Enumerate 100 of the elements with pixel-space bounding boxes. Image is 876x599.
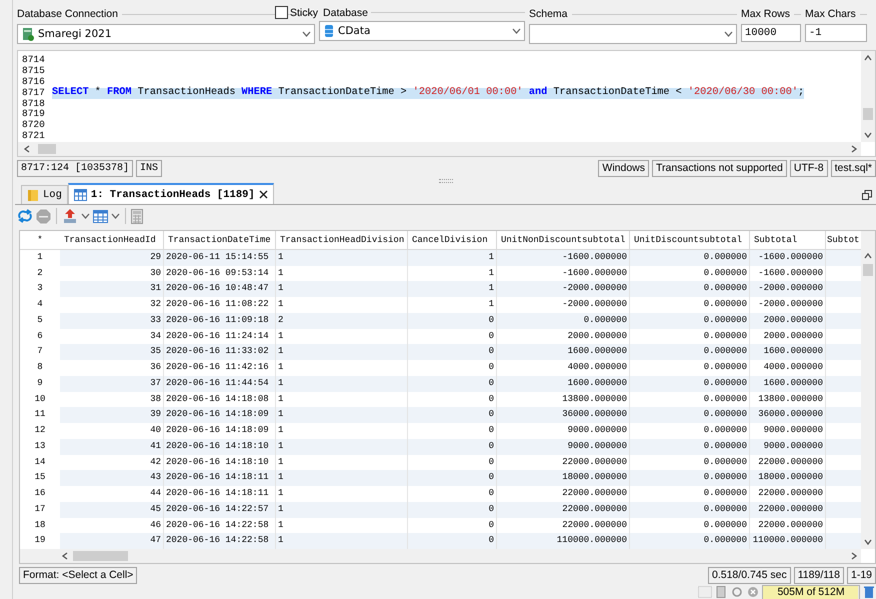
line-number: 8718: [22, 98, 46, 110]
export-icon[interactable]: [62, 208, 78, 224]
column-header[interactable]: Subtot: [826, 230, 861, 249]
combo-box[interactable]: CData: [319, 21, 525, 41]
table-cell: 4000.000000: [764, 362, 823, 372]
scroll-down-icon[interactable]: [863, 537, 873, 547]
dropdown-icon[interactable]: [724, 31, 732, 37]
table-cell: 22000.000000: [758, 504, 823, 514]
column-header[interactable]: UnitDiscountsubtotal: [630, 230, 750, 249]
scroll-left-icon[interactable]: [22, 144, 32, 154]
trash-icon[interactable]: [862, 586, 876, 598]
column-header[interactable]: Subtotal: [750, 230, 826, 249]
scroll-up-icon[interactable]: [863, 53, 873, 63]
status-item: test.sql*: [830, 160, 876, 178]
table-cell: 0.000000: [704, 520, 747, 530]
table-cell: -2000.000000: [562, 283, 627, 294]
table-cell: 1: [278, 504, 284, 514]
table-cell: 2020-06-16 11:33:02: [166, 346, 269, 356]
max-chars-field[interactable]: -1: [805, 24, 867, 42]
table-cell: 2020-06-16 14:18:11: [166, 488, 269, 498]
table-cell: 41: [150, 440, 161, 451]
scrollbar-thumb[interactable]: [73, 551, 128, 561]
result-tab[interactable]: Log: [21, 185, 68, 204]
table-cell: 34: [150, 330, 161, 340]
row-number: 11: [20, 407, 60, 423]
field-label: Database: [323, 6, 368, 18]
table-cell: 1: [278, 299, 284, 309]
table-cell: 33: [150, 314, 161, 325]
scrollbar-thumb[interactable]: [863, 264, 873, 276]
table-cell: 0: [488, 378, 494, 388]
table-cell: 9000.000000: [568, 425, 627, 435]
table-cell: 31: [150, 283, 161, 294]
table-cell: 0.000000: [704, 440, 747, 451]
table-cell: 0.000000: [704, 425, 747, 435]
table-cell: 1600.000000: [764, 346, 823, 356]
table-cell: 1: [278, 409, 284, 420]
close-icon[interactable]: [258, 190, 268, 200]
table-cell: 1: [488, 252, 494, 262]
restore-window-icon[interactable]: [862, 190, 872, 200]
dropdown-icon[interactable]: [81, 213, 90, 220]
table-cell: 2020-06-16 10:48:47: [166, 283, 269, 294]
column-header[interactable]: CancelDivision: [408, 230, 497, 249]
table-icon[interactable]: [93, 210, 108, 223]
table-cell: 2020-06-16 14:18:09: [166, 409, 269, 420]
scroll-left-icon[interactable]: [60, 551, 70, 561]
table-cell: 1: [278, 472, 284, 482]
dropdown-icon[interactable]: [111, 213, 120, 220]
table-cell: 2020-06-16 14:18:10: [166, 456, 269, 466]
column-header[interactable]: UnitNonDiscountsubtotal: [497, 230, 630, 249]
row-number: 19: [20, 533, 60, 549]
table-cell: -1600.000000: [562, 268, 627, 278]
table-cell: -1600.000000: [562, 252, 627, 262]
table-cell: 0: [488, 456, 494, 466]
result-tab[interactable]: 1: TransactionHeads [1189]: [68, 183, 274, 204]
table-cell: 1: [278, 268, 284, 278]
scroll-right-icon[interactable]: [849, 144, 859, 154]
table-cell: 1: [278, 346, 284, 356]
database-icon: [324, 24, 334, 38]
grid-dots-icon[interactable]: [698, 586, 712, 598]
table-cell: 1: [278, 456, 284, 466]
table-cell: 0.000000: [704, 472, 747, 482]
table-cell: 2020-06-16 11:09:18: [166, 314, 269, 325]
table-cell: 0.000000: [704, 456, 747, 466]
table-cell: 2020-06-16 14:18:11: [166, 472, 269, 482]
column-header[interactable]: TransactionHeadId: [60, 230, 164, 249]
table-cell: 0.000000: [704, 268, 747, 278]
table-cell: 1: [278, 440, 284, 451]
combo-box[interactable]: Smaregi 2021: [17, 24, 315, 44]
table-cell: 1600.000000: [568, 346, 627, 356]
table-cell: 0: [488, 520, 494, 530]
sticky-checkbox[interactable]: [275, 6, 288, 19]
scroll-right-icon[interactable]: [849, 551, 859, 561]
refresh-icon[interactable]: [17, 209, 33, 224]
table-cell: 0: [488, 425, 494, 435]
scrollbar-thumb[interactable]: [38, 144, 56, 154]
row-number: 13: [20, 438, 60, 454]
column-header[interactable]: TransactionHeadDivision: [276, 230, 408, 249]
scroll-up-icon[interactable]: [863, 250, 873, 261]
format-status: Format: <Select a Cell>: [19, 567, 138, 584]
line-number: 8720: [22, 120, 46, 132]
dropdown-icon[interactable]: [302, 31, 310, 37]
table-cell: 22000.000000: [562, 488, 627, 498]
scroll-down-icon[interactable]: [863, 130, 873, 140]
table-cell: 13800.000000: [562, 394, 627, 404]
max-rows-field[interactable]: 10000: [741, 24, 801, 42]
table-cell: 2000.000000: [764, 314, 823, 325]
insert-mode: INS: [136, 160, 162, 178]
line-number: 8721: [22, 131, 46, 142]
row-number: 7: [20, 344, 60, 360]
table-cell: 2020-06-16 14:18:10: [166, 440, 269, 451]
table-cell: -2000.000000: [562, 299, 627, 309]
table-cell: 9000.000000: [568, 440, 627, 451]
dropdown-icon[interactable]: [512, 28, 520, 34]
table-cell: 1: [278, 535, 284, 546]
field-label: Database Connection: [17, 8, 118, 20]
checkbox-label: Sticky: [290, 6, 318, 18]
table-cell: 0: [488, 346, 494, 356]
table-cell: 1600.000000: [764, 378, 823, 388]
scrollbar-thumb[interactable]: [863, 108, 873, 120]
column-header[interactable]: TransactionDateTime: [164, 230, 276, 249]
